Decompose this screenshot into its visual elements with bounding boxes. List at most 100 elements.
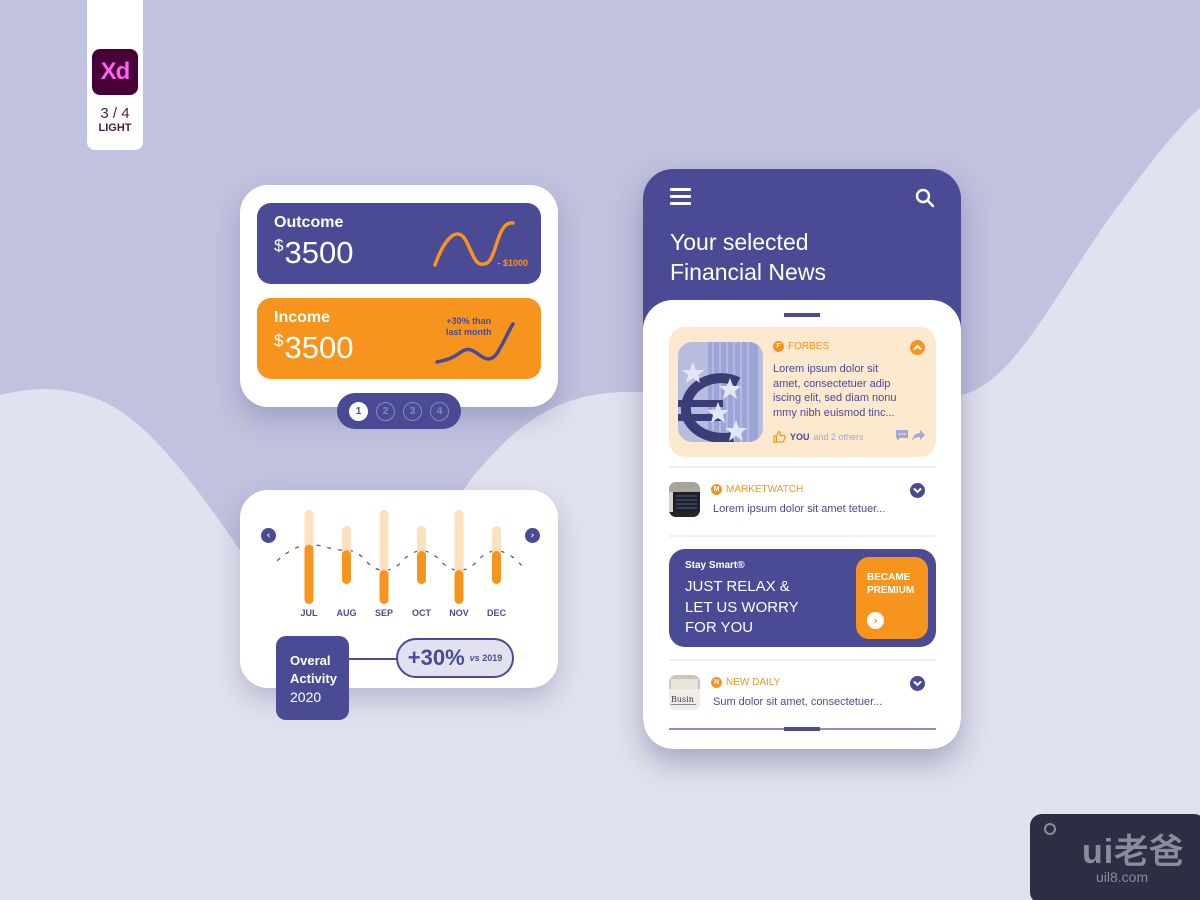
outcome-value: 3500: [284, 235, 354, 270]
excerpt-line: iscing elit, sed diam nonu: [773, 392, 897, 404]
chevron-down-icon: [913, 488, 922, 494]
bar-actual-aug[interactable]: [342, 550, 351, 584]
pager-page-1[interactable]: 1: [349, 401, 368, 421]
activity-title-line2: Activity: [290, 671, 337, 686]
become-premium-button[interactable]: BECAME PREMIUM ›: [856, 557, 928, 639]
comparison-year: 2019: [482, 653, 503, 663]
pager-page-2[interactable]: 2: [376, 401, 395, 421]
page-counter: 3 / 4: [100, 105, 130, 122]
title-line1: Your selected: [670, 229, 809, 255]
activity-bar-chart: JUL AUG SEP OCT NOV DEC: [276, 510, 525, 618]
premium-label-line1: BECAME: [867, 572, 911, 583]
share-icon[interactable]: [912, 430, 925, 441]
chart-next-button[interactable]: ›: [525, 528, 540, 543]
pager-page-4[interactable]: 4: [430, 401, 449, 421]
background-wave-light: [0, 108, 1200, 900]
month-label-nov: NOV: [449, 608, 469, 618]
news-sheet: F FORBES Lorem ipsum dolor sit amet, con…: [643, 300, 961, 749]
outcome-tile[interactable]: Outcome $3500 - $1000: [257, 203, 541, 284]
watermark-url: uil8.com: [1096, 869, 1149, 885]
bar-actual-oct[interactable]: [417, 551, 426, 584]
watermark-logo: ui老爸: [1082, 833, 1185, 871]
income-value: 3500: [284, 330, 354, 365]
source-badge-icon: N: [711, 677, 722, 688]
month-label-jul: JUL: [300, 608, 318, 618]
background-waves: [0, 108, 1200, 900]
watermark-tag: ui老爸 uil8.com: [1030, 814, 1200, 900]
card-pager: 1 2 3 4: [337, 393, 461, 429]
expand-button[interactable]: [910, 676, 925, 691]
chevron-down-icon: [913, 681, 922, 687]
adobe-xd-logo-icon: Xd: [92, 49, 138, 95]
scroll-indicator[interactable]: [784, 727, 820, 731]
source-name: FORBES: [788, 341, 830, 352]
bar-actual-nov[interactable]: [454, 570, 464, 604]
svg-text:Busin: Busin: [671, 695, 694, 704]
excerpt-line: mmy nibh euismod tinc...: [773, 406, 895, 419]
month-label-sep: SEP: [375, 608, 393, 618]
news-thumbnail-euro: [678, 342, 763, 442]
news-phone-screen: Your selected Financial News F FORBES Lo…: [643, 169, 961, 749]
divider: [669, 535, 936, 537]
theme-mode-label: LIGHT: [98, 122, 132, 134]
chevron-right-icon: ›: [867, 612, 884, 629]
bar-actual-jul[interactable]: [304, 544, 314, 604]
bar-actual-dec[interactable]: [492, 551, 501, 584]
title-line2: Financial News: [670, 259, 826, 285]
trend-line: [276, 544, 525, 571]
news-source: N NEW DAILY: [711, 677, 780, 688]
divider: [669, 466, 936, 468]
source-badge-icon: F: [773, 341, 784, 352]
comment-icon[interactable]: [896, 430, 908, 441]
activity-year: 2020: [290, 689, 322, 705]
source-name: NEW DAILY: [726, 677, 781, 688]
source-name: MARKETWATCH: [726, 484, 804, 495]
connector-line: [349, 658, 397, 660]
premium-promo-banner: Stay Smart® JUST RELAX & LET US WORRY FO…: [669, 549, 936, 647]
outcome-change: - $1000: [497, 258, 528, 268]
promo-brand: Stay Smart®: [685, 560, 745, 571]
news-source: F FORBES: [773, 341, 829, 352]
currency-symbol: $: [274, 331, 284, 350]
likes-others: and 2 others: [813, 431, 864, 442]
balance-card: Outcome $3500 - $1000 Income $3500 +30% …: [240, 185, 558, 407]
news-source: M MARKETWATCH: [711, 484, 803, 495]
income-title: Income: [274, 309, 331, 326]
currency-symbol: $: [274, 236, 284, 255]
chart-prev-button[interactable]: ‹: [261, 528, 276, 543]
excerpt-line: amet, consectetuer adip: [773, 377, 891, 390]
news-item-new-daily[interactable]: Busin N NEW DAILY Sum dolor sit amet, co…: [669, 675, 936, 725]
news-item-featured[interactable]: F FORBES Lorem ipsum dolor sit amet, con…: [669, 327, 936, 457]
sheet-drag-handle[interactable]: [784, 313, 820, 317]
page-title: Your selected Financial News: [670, 227, 826, 287]
month-label-aug: AUG: [337, 608, 357, 618]
growth-value: +30%: [407, 645, 465, 670]
excerpt-line: Lorem ipsum dolor sit: [773, 363, 879, 375]
source-badge-icon: M: [711, 484, 722, 495]
month-label-dec: DEC: [487, 608, 507, 618]
divider: [669, 659, 936, 661]
premium-button-label: BECAME PREMIUM: [867, 571, 914, 597]
hamburger-menu-icon[interactable]: [670, 188, 691, 206]
thumbs-up-icon[interactable]: [773, 430, 786, 443]
news-thumbnail-newspaper: Busin: [669, 675, 700, 710]
news-excerpt: Sum dolor sit amet, consectetuer...: [713, 696, 883, 708]
activity-title-line1: Overal: [290, 653, 331, 668]
xd-badge: Xd 3 / 4 LIGHT: [87, 0, 143, 150]
collapse-button[interactable]: [910, 340, 925, 355]
bar-actual-sep[interactable]: [379, 570, 389, 604]
outcome-amount: $3500: [274, 235, 353, 271]
promo-line: FOR YOU: [685, 619, 754, 636]
expand-button[interactable]: [910, 483, 925, 498]
search-icon[interactable]: [915, 188, 935, 208]
likes-you: YOU: [790, 431, 810, 442]
income-tile[interactable]: Income $3500 +30% than last month: [257, 298, 541, 379]
vs-label: vs: [469, 653, 480, 663]
outcome-title: Outcome: [274, 214, 344, 231]
news-excerpt: Lorem ipsum dolor sit amet tetuer...: [713, 503, 886, 515]
news-item-marketwatch[interactable]: M MARKETWATCH Lorem ipsum dolor sit amet…: [669, 482, 936, 532]
premium-label-line2: PREMIUM: [867, 585, 915, 596]
promo-line: JUST RELAX &: [685, 578, 790, 595]
pager-page-3[interactable]: 3: [403, 401, 422, 421]
growth-badge: +30% vs 2019: [396, 638, 514, 678]
